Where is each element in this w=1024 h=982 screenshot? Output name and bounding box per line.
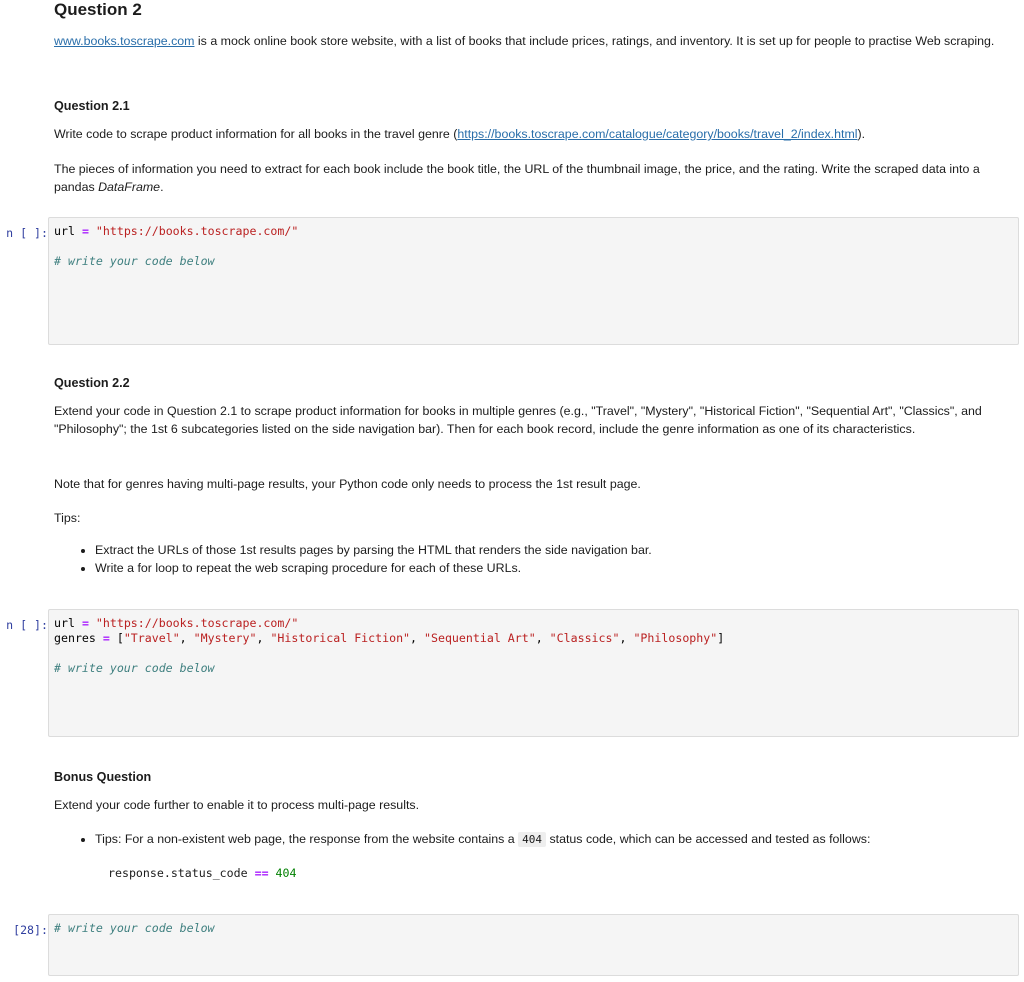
code-cell-2-source[interactable]: url = "https://books.toscrape.com/" genr…: [54, 616, 1012, 676]
code-cell-3-source[interactable]: # write your code below: [54, 921, 1012, 936]
genre-string: "Classics": [550, 631, 620, 645]
dataframe-emphasis: DataFrame: [98, 180, 160, 194]
status-code-inline: 404: [518, 832, 546, 847]
books-toscrape-link[interactable]: www.books.toscrape.com: [54, 34, 194, 48]
question-2-1-text-2: The pieces of information you need to ex…: [54, 162, 980, 194]
question-2-1-paragraph-2: The pieces of information you need to ex…: [54, 160, 1014, 196]
genre-string: "Mystery": [194, 631, 257, 645]
url-variable: url: [54, 224, 75, 238]
status-code-expression: response.status_code: [108, 866, 255, 880]
code-cell-1-source[interactable]: url = "https://books.toscrape.com/" # wr…: [54, 224, 1012, 269]
travel-category-link[interactable]: https://books.toscrape.com/catalogue/cat…: [457, 127, 857, 141]
bonus-question-heading: Bonus Question: [54, 769, 151, 785]
list-item: Extract the URLs of those 1st results pa…: [95, 541, 1024, 559]
assign-operator: =: [82, 616, 89, 630]
question-2-2-note: Note that for genres having multi-page r…: [54, 475, 1014, 493]
genre-string: "Historical Fiction": [270, 631, 410, 645]
bracket-open: [: [117, 631, 124, 645]
tips-label: Tips:: [54, 509, 1014, 527]
genre-string: "Sequential Art": [424, 631, 536, 645]
code-cell-2[interactable]: url = "https://books.toscrape.com/" genr…: [48, 609, 1019, 737]
list-item: Write a for loop to repeat the web scrap…: [95, 559, 1024, 577]
bonus-text: Extend your code further to enable it to…: [54, 796, 1014, 814]
url-string: "https://books.toscrape.com/": [96, 616, 298, 630]
equality-operator: ==: [255, 866, 269, 880]
question-2-2-text: Extend your code in Question 2.1 to scra…: [54, 402, 1014, 438]
bonus-tip-text: Tips: For a non-existent web page, the r…: [95, 832, 518, 846]
bracket-close: ]: [717, 631, 724, 645]
cell-3-prompt: [28]:: [0, 922, 48, 938]
bonus-tips-list: Tips: For a non-existent web page, the r…: [54, 830, 1024, 849]
code-comment: # write your code below: [54, 921, 215, 935]
genre-string: "Travel": [124, 631, 180, 645]
genres-variable: genres: [54, 631, 96, 645]
question-2-1-text-end: ).: [858, 127, 866, 141]
question-2-1-text: Write code to scrape product information…: [54, 127, 457, 141]
question-2-1-text-2-end: .: [160, 180, 163, 194]
status-code-number: 404: [269, 866, 297, 880]
code-comment: # write your code below: [54, 661, 215, 675]
assign-operator: =: [82, 224, 89, 238]
question-2-intro-text: is a mock online book store website, wit…: [194, 34, 994, 48]
question-2-1-paragraph-1: Write code to scrape product information…: [54, 125, 1014, 143]
code-cell-3[interactable]: # write your code below: [48, 914, 1019, 976]
url-string: "https://books.toscrape.com/": [96, 224, 298, 238]
status-code-example: response.status_code == 404: [108, 865, 296, 881]
url-variable: url: [54, 616, 75, 630]
cell-2-prompt: n [ ]:: [0, 617, 48, 633]
question-2-intro: www.books.toscrape.com is a mock online …: [54, 32, 1014, 50]
question-2-heading: Question 2: [54, 0, 142, 20]
question-2-1-heading: Question 2.1: [54, 98, 130, 114]
tips-label-text: Tips:: [54, 509, 1014, 527]
question-2-2-paragraph-2: Note that for genres having multi-page r…: [54, 475, 1014, 493]
cell-1-prompt: n [ ]:: [0, 225, 48, 241]
genre-string: "Philosophy": [633, 631, 717, 645]
code-comment: # write your code below: [54, 254, 215, 268]
bonus-tip-text-end: status code, which can be accessed and t…: [546, 832, 870, 846]
bonus-paragraph: Extend your code further to enable it to…: [54, 796, 1014, 814]
code-cell-1[interactable]: url = "https://books.toscrape.com/" # wr…: [48, 217, 1019, 345]
list-item: Tips: For a non-existent web page, the r…: [95, 830, 1024, 849]
assign-operator: =: [103, 631, 110, 645]
tips-list: Extract the URLs of those 1st results pa…: [54, 541, 1024, 577]
question-2-2-paragraph-1: Extend your code in Question 2.1 to scra…: [54, 402, 1014, 438]
question-2-2-heading: Question 2.2: [54, 375, 130, 391]
